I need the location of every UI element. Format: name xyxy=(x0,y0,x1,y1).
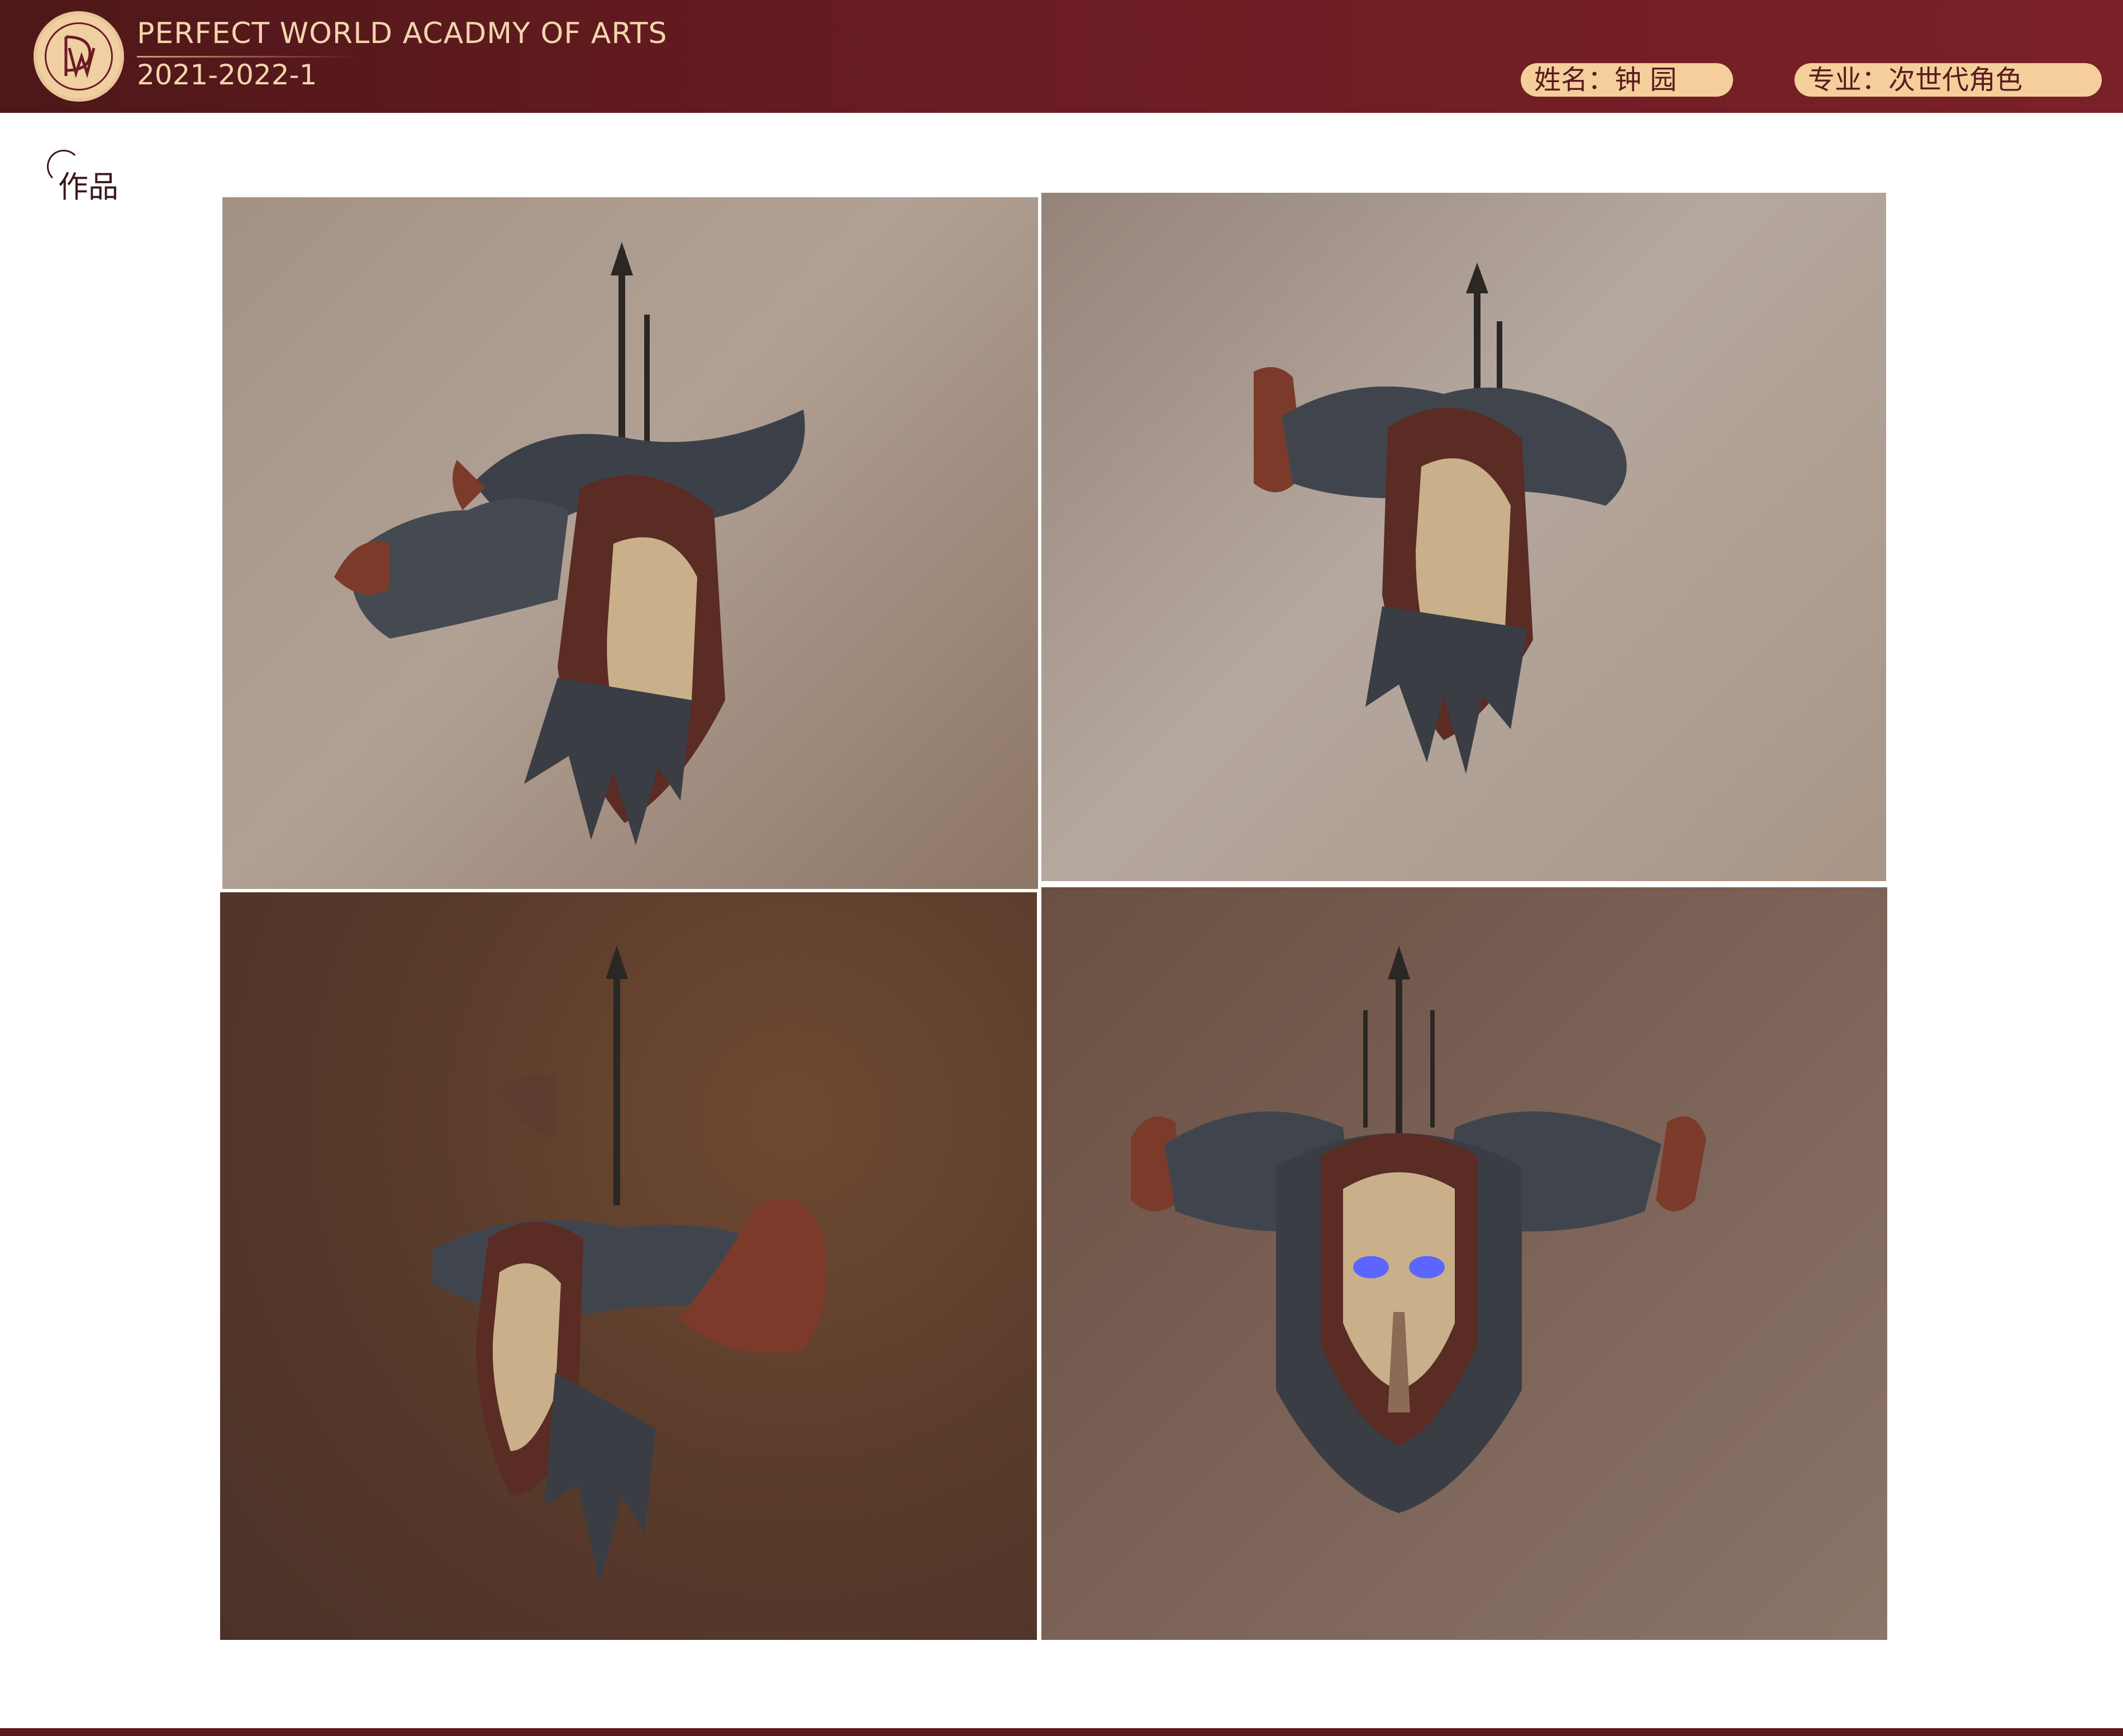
academy-title: PERFECT WORLD ACADMY OF ARTS xyxy=(137,17,668,50)
render-panel-2 xyxy=(1041,193,1886,881)
academy-logo xyxy=(34,11,124,102)
horned-skull-shield-render xyxy=(334,242,805,845)
logo-monogram-icon xyxy=(64,35,96,78)
footer-bar xyxy=(0,1728,2123,1736)
render-panel-1 xyxy=(222,197,1038,889)
render-panel-3 xyxy=(220,892,1037,1640)
render-panel-4 xyxy=(1041,887,1887,1640)
horned-skull-shield-render xyxy=(1254,263,1627,774)
horned-skull-shield-render xyxy=(1131,946,1706,1513)
title-divider xyxy=(137,56,358,58)
header-bar: PERFECT WORLD ACADMY OF ARTS 2021-2022-1… xyxy=(0,0,2123,113)
section-title: 作品 xyxy=(58,169,118,204)
major-badge: 专业：次世代角色 xyxy=(1794,63,2102,97)
student-name-badge: 姓名：钟 园 xyxy=(1521,63,1733,97)
horned-skull-shield-render xyxy=(432,945,826,1585)
term-label: 2021-2022-1 xyxy=(137,59,317,91)
